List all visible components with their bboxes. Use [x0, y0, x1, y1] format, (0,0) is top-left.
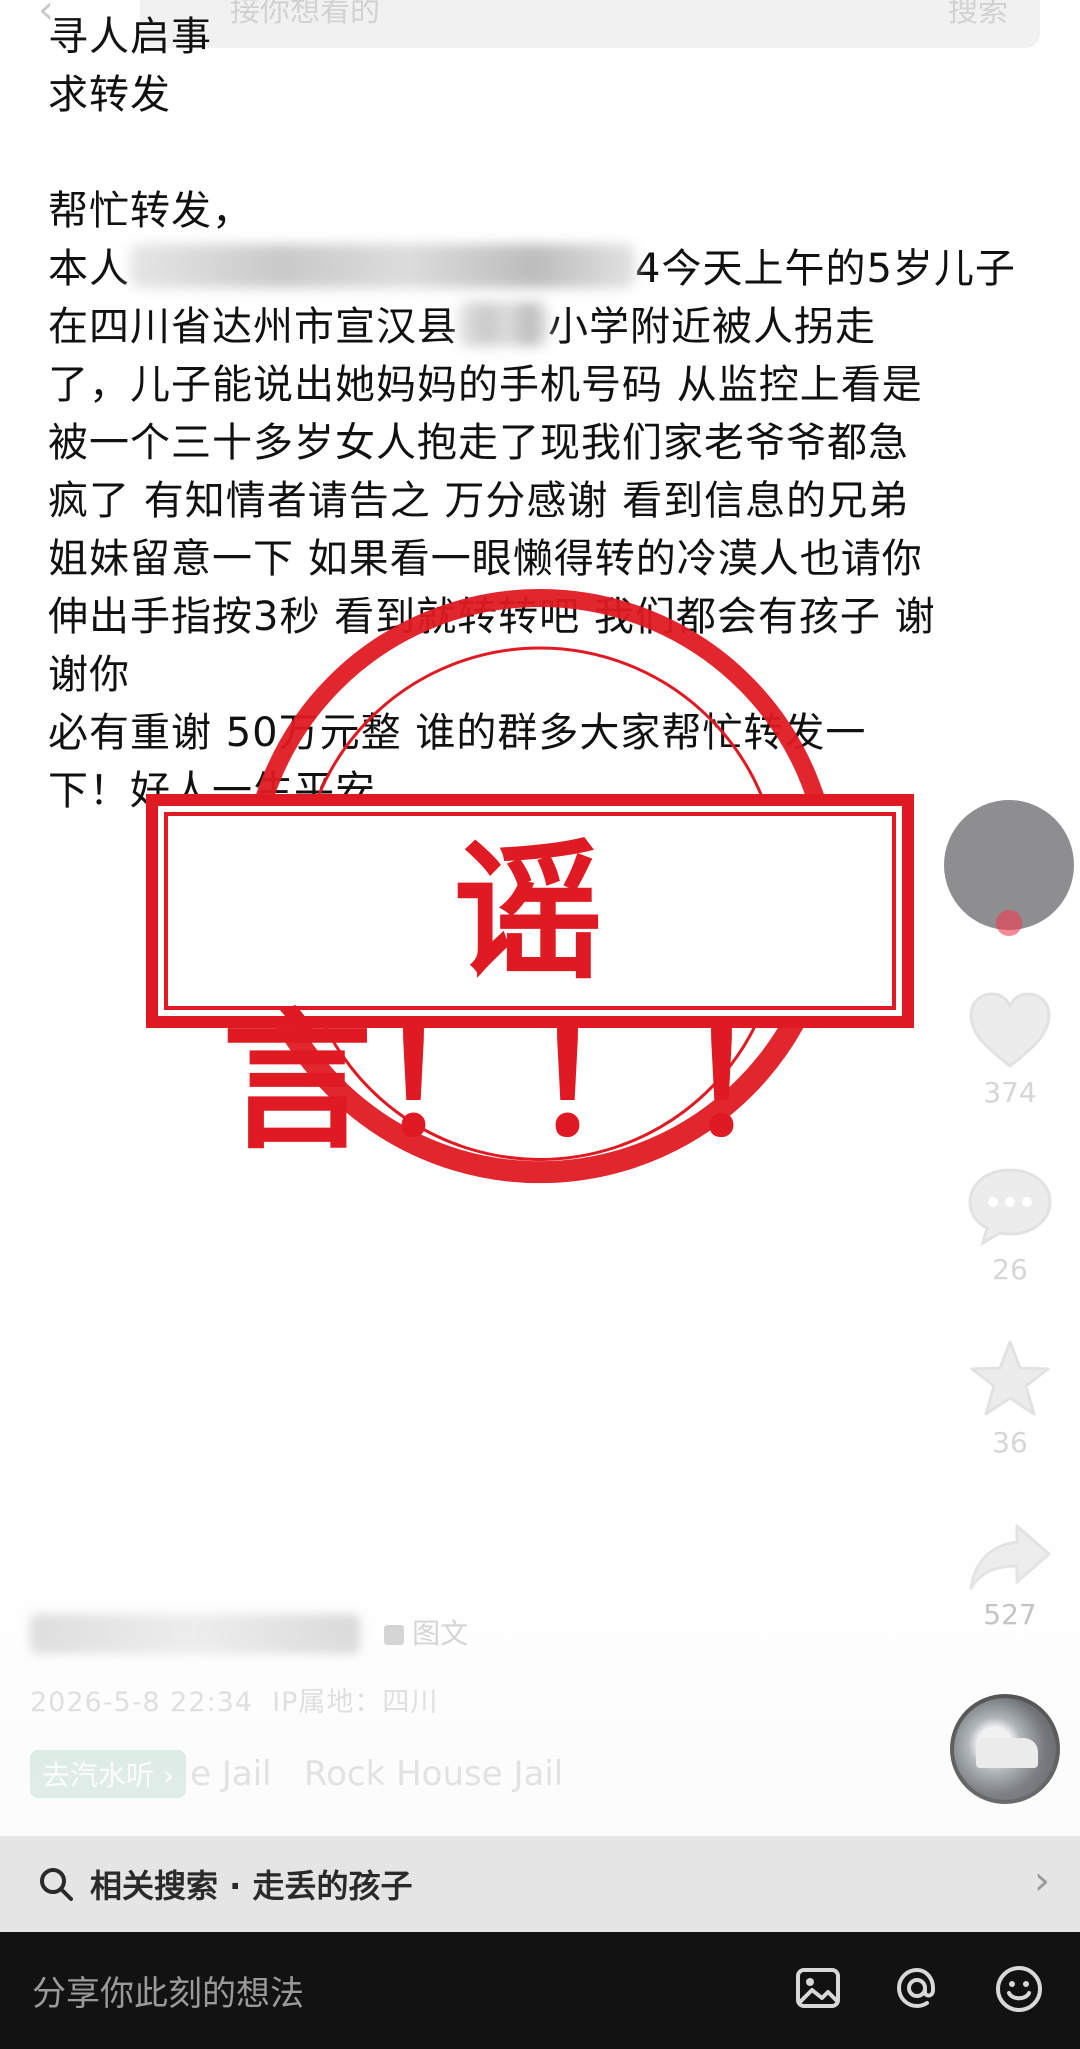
- rumor-stamp: 谣言！！！: [140, 588, 920, 1238]
- share-arrow-icon: [969, 1524, 1051, 1590]
- heart-icon: [969, 992, 1051, 1068]
- post-meta: 2026-5-8 22:34 IP属地：四川: [30, 1680, 438, 1719]
- post-line: 寻人启事: [48, 14, 212, 60]
- stamp-text: 谣言！！！: [221, 826, 838, 1170]
- comment-input[interactable]: 分享你此刻的想法: [32, 1966, 304, 2015]
- comment-bar: 分享你此刻的想法: [0, 1932, 1080, 2049]
- post-line-prefix: 在四川省达州市宣汉县: [48, 304, 458, 350]
- redacted-text: [458, 302, 548, 346]
- post-line: 被一个三十多岁女人抱走了现我们家老爷爷都急: [48, 420, 909, 466]
- music-disc[interactable]: [950, 1694, 1060, 1804]
- post-line: 疯了 有知情者请告之 万分感谢 看到信息的兄弟: [48, 478, 910, 524]
- post-line-suffix: 4今天上午的5岁儿子: [635, 246, 1016, 292]
- chevron-right-icon: ›: [1034, 1858, 1050, 1904]
- redacted-text: [130, 244, 635, 288]
- comment-count: 26: [992, 1253, 1028, 1286]
- star-icon: [970, 1340, 1050, 1416]
- listen-chip[interactable]: 去汽水听 ›: [30, 1750, 187, 1798]
- post-line: 姐妹留意一下 如果看一眼懒得转的冷漠人也请你: [48, 536, 923, 582]
- post-line: 求转发: [48, 72, 171, 118]
- favorite-button[interactable]: 36: [955, 1338, 1065, 1459]
- post-line: 帮忙转发，: [48, 188, 253, 234]
- post-line-prefix: 本人: [48, 246, 130, 292]
- related-search-label: 相关搜索 · 走丢的孩子: [90, 1867, 413, 1905]
- follow-button[interactable]: [996, 910, 1022, 936]
- related-search-bar[interactable]: 相关搜索 · 走丢的孩子 ›: [0, 1836, 1080, 1932]
- at-mention-icon[interactable]: [893, 1964, 941, 2012]
- comment-button[interactable]: 26: [955, 1165, 1065, 1286]
- post-line: 本人 4今天上午的5岁儿子: [48, 240, 1058, 298]
- author-row: 图文: [30, 1612, 468, 1654]
- author-name-redacted[interactable]: [30, 1614, 360, 1654]
- share-count: 527: [983, 1598, 1037, 1631]
- post-type-tag: 图文: [384, 1617, 468, 1650]
- share-button[interactable]: 527: [955, 1522, 1065, 1631]
- emoji-icon[interactable]: [994, 1964, 1044, 2014]
- music-track: e Jail Rock House Jail: [190, 1754, 564, 1794]
- post-line-suffix: 小学附近被人拐走: [548, 304, 876, 350]
- music-row[interactable]: 去汽水听 › e Jail Rock House Jail: [30, 1750, 563, 1798]
- search-icon: [40, 1868, 73, 1901]
- image-text-icon: [384, 1625, 405, 1645]
- comment-icon: [968, 1168, 1052, 1247]
- favorite-count: 36: [992, 1426, 1028, 1459]
- post-date: 2026-5-8 22:34: [30, 1687, 253, 1718]
- ip-location: IP属地：四川: [272, 1687, 439, 1718]
- post-line: 在四川省达州市宣汉县 小学附近被人拐走: [48, 298, 1058, 356]
- post-line: 了，儿子能说出她妈妈的手机号码 从监控上看是: [48, 362, 923, 408]
- like-button[interactable]: 374: [955, 990, 1065, 1109]
- like-count: 374: [983, 1076, 1037, 1109]
- post-line: [48, 124, 1058, 182]
- image-icon[interactable]: [794, 1964, 842, 2012]
